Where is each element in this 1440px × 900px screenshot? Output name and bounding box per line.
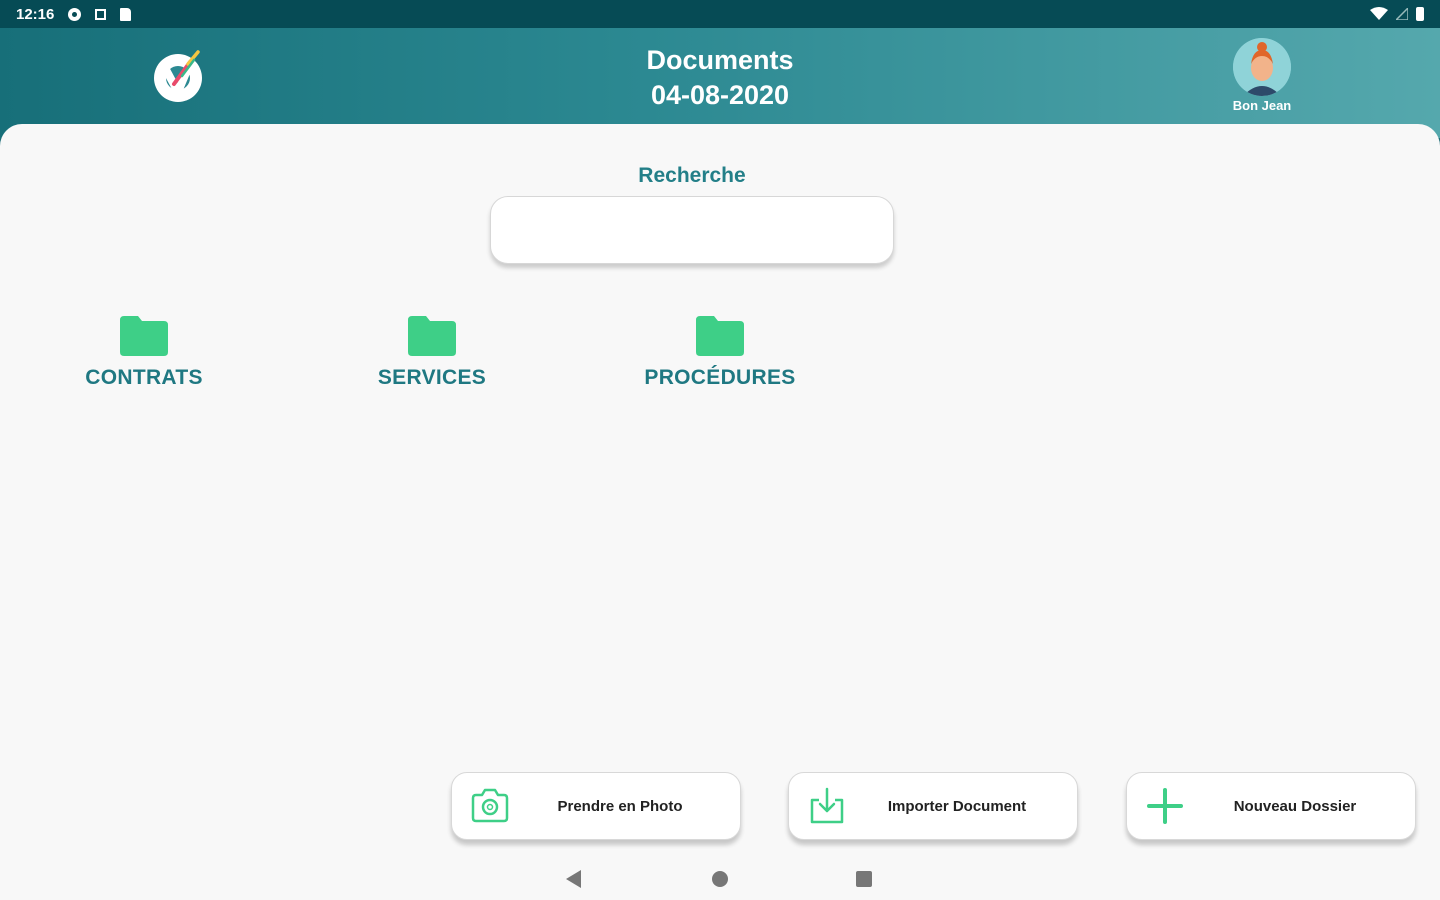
folder-icon xyxy=(408,316,456,356)
battery-icon xyxy=(1416,7,1424,21)
app-header: Documents 04-08-2020 Bon Jean xyxy=(0,28,1440,138)
header-title-block: Documents 04-08-2020 xyxy=(520,42,920,112)
status-bar: 12:16 xyxy=(0,0,1440,28)
app-logo-icon[interactable] xyxy=(150,46,210,106)
folder-services[interactable]: SERVICES xyxy=(332,316,532,390)
search-label: Recherche xyxy=(638,164,746,187)
status-time: 12:16 xyxy=(16,5,55,23)
user-profile[interactable]: Bon Jean xyxy=(1212,38,1312,113)
import-document-label: Importer Document xyxy=(887,797,1027,815)
signal-icon xyxy=(1396,8,1408,20)
search-input[interactable] xyxy=(490,196,894,264)
take-photo-label: Prendre en Photo xyxy=(557,797,683,815)
plus-icon xyxy=(1147,788,1183,824)
status-right xyxy=(1370,7,1424,21)
new-folder-label: Nouveau Dossier xyxy=(1233,797,1357,815)
page-title: Documents xyxy=(646,45,794,75)
main-content: Recherche CONTRATS SERVICES PROCÉDURES P… xyxy=(0,124,1440,900)
user-name: Bon Jean xyxy=(1232,98,1292,113)
folder-contrats[interactable]: CONTRATS xyxy=(44,316,244,390)
folder-label: CONTRATS xyxy=(85,366,203,389)
status-left: 12:16 xyxy=(16,5,132,23)
sd-card-icon xyxy=(120,7,132,21)
take-photo-button[interactable]: Prendre en Photo xyxy=(451,772,741,840)
page-date: 04-08-2020 xyxy=(650,80,790,110)
camera-icon xyxy=(471,788,509,823)
folder-label: SERVICES xyxy=(377,366,487,389)
avatar[interactable] xyxy=(1233,38,1291,96)
new-folder-button[interactable]: Nouveau Dossier xyxy=(1126,772,1416,840)
folder-icon xyxy=(120,316,168,356)
folder-icon xyxy=(696,316,744,356)
recents-icon[interactable] xyxy=(856,871,872,887)
system-nav-bar xyxy=(540,864,900,894)
settings-icon xyxy=(68,7,82,21)
import-document-button[interactable]: Importer Document xyxy=(788,772,1078,840)
home-icon[interactable] xyxy=(712,871,728,887)
back-icon[interactable] xyxy=(566,870,581,888)
folder-procedures[interactable]: PROCÉDURES xyxy=(620,316,820,390)
square-notification-icon xyxy=(95,8,107,20)
wifi-icon xyxy=(1370,7,1388,20)
download-icon xyxy=(810,787,844,824)
folder-label: PROCÉDURES xyxy=(644,366,796,389)
